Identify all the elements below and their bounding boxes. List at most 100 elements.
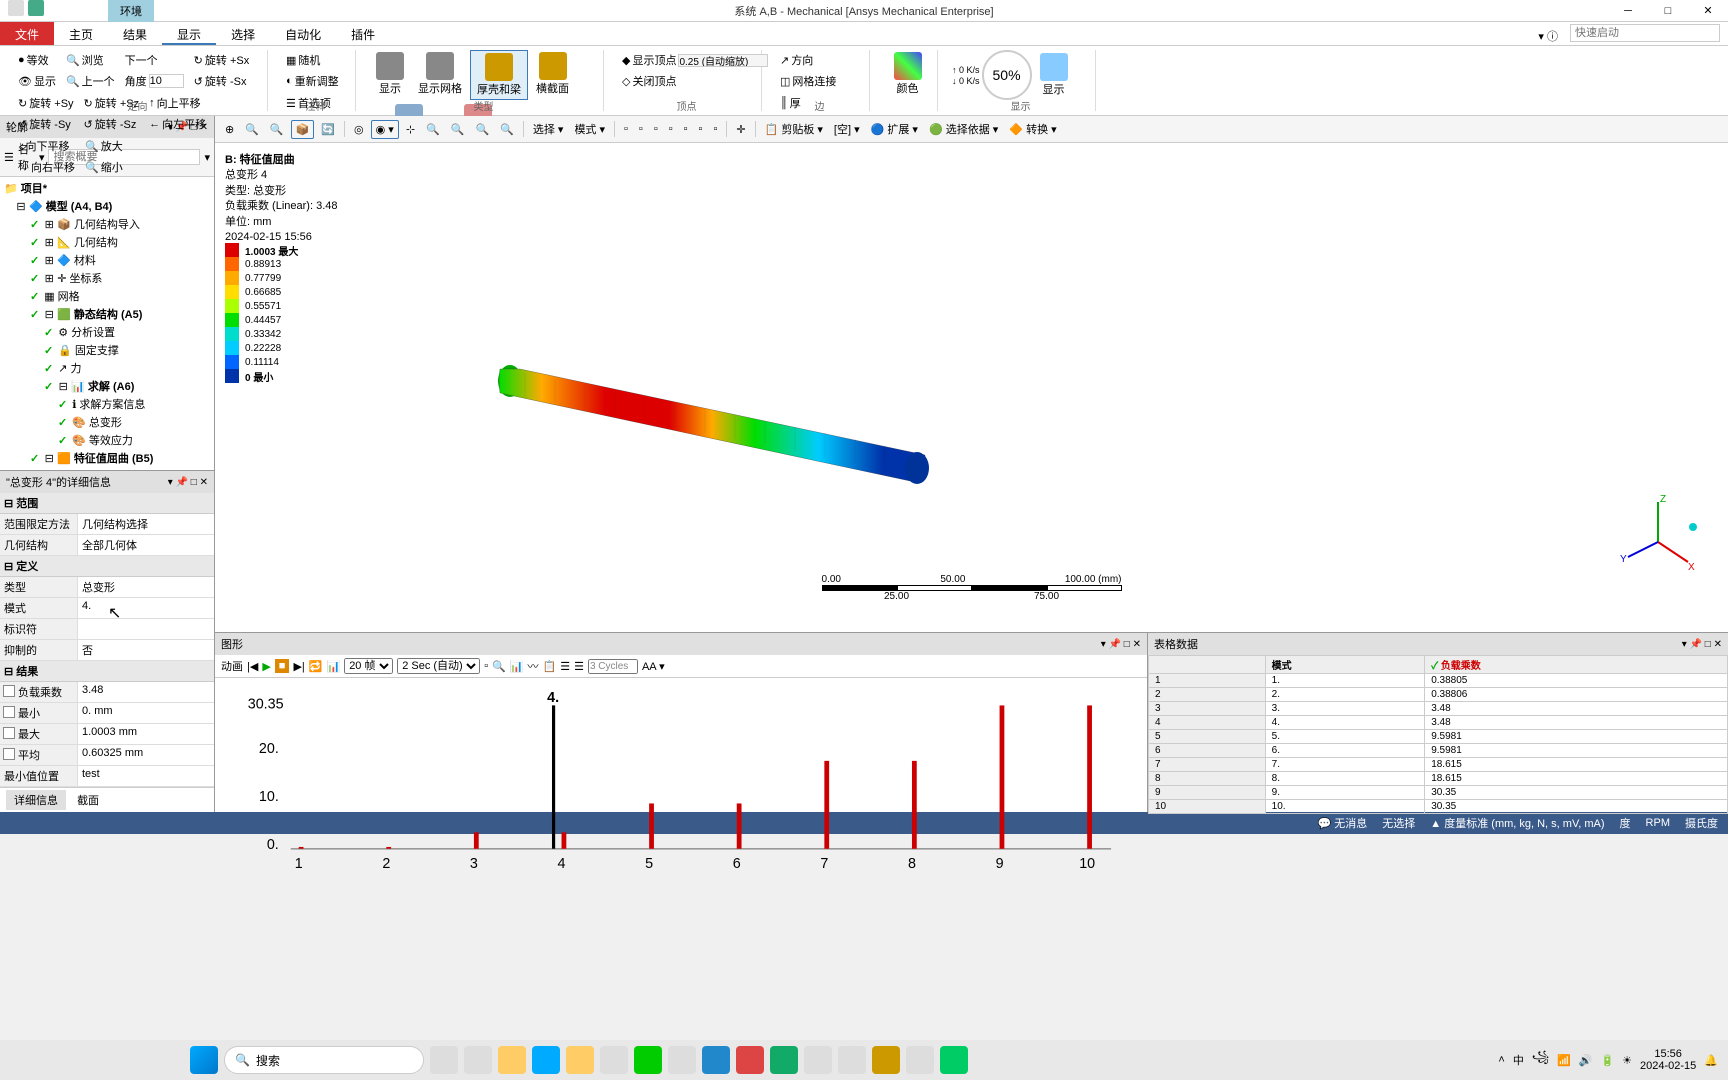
task-app10[interactable] <box>838 1046 866 1074</box>
direction-button[interactable]: ↗ 方向 <box>776 50 840 70</box>
chart-bar[interactable] <box>1087 705 1092 848</box>
anim-stop-icon[interactable]: ■ <box>275 659 290 673</box>
task-ppt-icon[interactable] <box>736 1046 764 1074</box>
col-mode[interactable]: 模式 <box>1265 656 1425 674</box>
context-tab[interactable]: 环境 <box>108 0 154 22</box>
vp-vertex-icon[interactable]: ▫ <box>650 121 662 137</box>
triad-icon[interactable]: Z X Y <box>1618 492 1698 572</box>
help-icon[interactable]: ▾ ⓘ <box>1538 28 1558 44</box>
cross-section-button[interactable]: 横截面 <box>530 50 575 98</box>
chart-bar[interactable] <box>386 847 391 849</box>
vp-node-icon[interactable]: ▫ <box>680 121 692 137</box>
pan-left-button[interactable]: ← 向左平移 <box>145 114 210 134</box>
mode-value[interactable]: 4. <box>78 598 214 618</box>
taskbar-search[interactable]: 🔍 搜索 <box>224 1046 424 1074</box>
mesh-connect-button[interactable]: ◫ 网格连接 <box>776 71 840 91</box>
chart-bar[interactable] <box>1000 705 1005 848</box>
vp-select-icon[interactable]: ◎ <box>350 121 368 138</box>
thick-shell-button[interactable]: 厚壳和梁 <box>470 50 528 100</box>
vp-coord-icon[interactable]: ✛ <box>732 121 749 138</box>
equivalent-button[interactable]: ● 等效 <box>14 50 60 70</box>
tab-result[interactable]: 结果 <box>108 22 162 45</box>
task-wechat-icon[interactable] <box>634 1046 662 1074</box>
task-app5[interactable] <box>668 1046 696 1074</box>
vp-zoom-icon-2[interactable]: 🔍 <box>266 121 288 138</box>
table-row[interactable]: 11.0.38805 <box>1149 674 1728 688</box>
tree-mesh[interactable]: ▦ 网格 <box>2 287 212 305</box>
table-row[interactable]: 44.3.48 <box>1149 716 1728 730</box>
task-explorer-icon[interactable] <box>498 1046 526 1074</box>
tab-automation[interactable]: 自动化 <box>270 22 336 45</box>
table-row[interactable]: 1010.30.35 <box>1149 800 1728 814</box>
graph-controls[interactable]: ▾ 📌 □ ✕ <box>1101 639 1141 650</box>
vp-zoom-sel-icon[interactable]: ◉ ▾ <box>371 120 399 139</box>
task-iqiyi-icon[interactable] <box>940 1046 968 1074</box>
table-controls[interactable]: ▾ 📌 □ ✕ <box>1682 639 1722 650</box>
col-load[interactable]: 负载乘数 <box>1441 661 1481 672</box>
zoom-in-button[interactable]: 🔍 放大 <box>81 136 127 156</box>
task-store-icon[interactable] <box>600 1046 628 1074</box>
anim-play-icon[interactable]: ▶ <box>262 660 270 673</box>
tray-weather-icon[interactable]: ☀ <box>1622 1054 1632 1067</box>
tray-battery-icon[interactable]: 🔋 <box>1600 1054 1614 1067</box>
tab-home[interactable]: 主页 <box>54 22 108 45</box>
tree-eq-stress[interactable]: 🎨 等效应力 <box>2 431 212 449</box>
graph-tool-6[interactable]: ☰ <box>560 660 570 673</box>
tree-model[interactable]: ⊟🔷 模型 (A4, B4) <box>2 197 212 215</box>
vp-center-icon[interactable]: ⊹ <box>402 121 419 138</box>
font-size-icon[interactable]: AA ▾ <box>642 660 665 673</box>
tray-wifi-icon[interactable]: 📶 <box>1557 1054 1571 1067</box>
anim-first-icon[interactable]: |◀ <box>247 660 258 673</box>
chart-bar[interactable] <box>299 847 304 849</box>
vp-zoom-icon[interactable]: 🔍 <box>241 121 263 138</box>
show-vertex-btn[interactable]: ◆ 显示顶点 <box>618 50 772 70</box>
bar-chart[interactable]: 30.35 20. 10. 0. 4. 12345678910 <box>215 678 1147 892</box>
tree-geom-import[interactable]: ⊞📦 几何结构导入 <box>2 215 212 233</box>
vp-box-icon[interactable]: 📦 <box>291 120 315 139</box>
tray-volume-icon[interactable]: 🔊 <box>1579 1054 1593 1067</box>
vp-face-icon[interactable]: ▫ <box>620 121 632 137</box>
task-excel-icon[interactable] <box>770 1046 798 1074</box>
zoom-out-button[interactable]: 🔍 缩小 <box>81 157 127 177</box>
pan-up-button[interactable]: ↑ 向上平移 <box>145 93 210 113</box>
tree-material[interactable]: ⊞🔷 材料 <box>2 251 212 269</box>
table-row[interactable]: 77.18.615 <box>1149 758 1728 772</box>
frames-select[interactable]: 20 帧 <box>344 658 393 674</box>
task-app12[interactable] <box>906 1046 934 1074</box>
anim-last-icon[interactable]: ▶| <box>293 660 304 673</box>
task-app9[interactable] <box>804 1046 832 1074</box>
graph-tool-3[interactable]: 📊 <box>510 660 524 673</box>
close-vertex-btn[interactable]: ◇ 关闭顶点 <box>618 71 772 91</box>
scoping-method-value[interactable]: 几何结构选择 <box>78 514 214 534</box>
task-edge-icon[interactable] <box>532 1046 560 1074</box>
vp-fit-icon[interactable]: ⊕ <box>221 121 238 138</box>
tree-solution-a6[interactable]: ⊟📊 求解 (A6) <box>2 377 212 395</box>
status-deg[interactable]: 度 <box>1620 815 1631 831</box>
tree-analysis-settings[interactable]: ⚙ 分析设置 <box>2 323 212 341</box>
status-nomsg[interactable]: 💬 无消息 <box>1318 815 1368 831</box>
graph-tool-4[interactable]: 〰 <box>528 658 539 674</box>
vp-elem-icon[interactable]: ▫ <box>695 121 707 137</box>
tab-display[interactable]: 显示 <box>162 22 216 45</box>
tray-notify-icon[interactable]: 🔔 <box>1704 1054 1718 1067</box>
col-check-icon[interactable]: ✓ <box>1431 661 1438 672</box>
vp-extend-btn[interactable]: 🔵 扩展 ▾ <box>867 119 922 139</box>
vp-empty-btn[interactable]: [空] ▾ <box>830 119 864 139</box>
chart-bar[interactable] <box>824 761 829 849</box>
rotate-sx-minus-button[interactable]: ↺ 旋转 -Sx <box>190 71 254 91</box>
suppressed-value[interactable]: 否 <box>78 640 214 660</box>
tree-solution-info-a[interactable]: ℹ 求解方案信息 <box>2 395 212 413</box>
pan-down-button[interactable]: ↓ 向下平移 <box>14 136 79 156</box>
show-mesh-button[interactable]: 显示网格 <box>412 50 468 98</box>
load-mult-value[interactable]: 3.48 <box>78 682 214 702</box>
display-button[interactable]: 显示 <box>1034 51 1074 99</box>
random-button[interactable]: ▦ 随机 <box>282 50 343 70</box>
task-ansys-icon[interactable] <box>872 1046 900 1074</box>
table-row[interactable]: 55.9.5981 <box>1149 730 1728 744</box>
details-controls[interactable]: ▾ 📌 □ ✕ <box>168 477 208 488</box>
tree-coord[interactable]: ⊞✛ 坐标系 <box>2 269 212 287</box>
vp-select-mode[interactable]: 选择 ▾ <box>529 119 568 139</box>
identifier-value[interactable] <box>78 619 214 639</box>
graph-tool-7[interactable]: ☰ <box>574 660 584 673</box>
angle-input[interactable] <box>149 74 184 88</box>
